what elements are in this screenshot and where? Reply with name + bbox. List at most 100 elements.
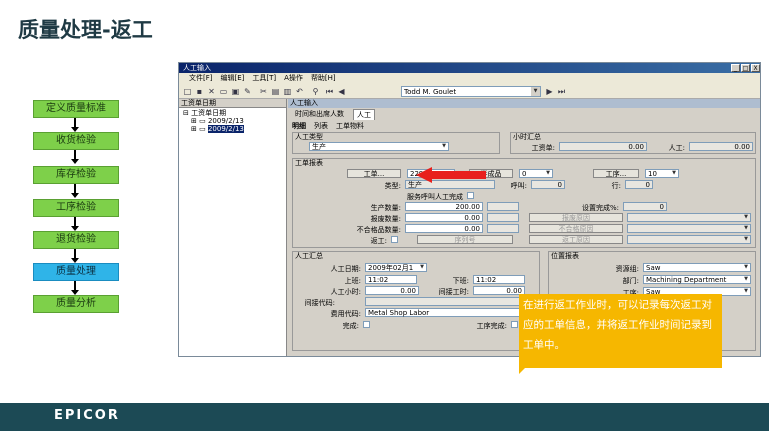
tab-time-attendance[interactable]: 时间和出席人数 — [292, 109, 347, 120]
menu-help[interactable]: 帮助[H] — [311, 73, 336, 84]
clear-icon[interactable]: ▭ — [219, 87, 228, 96]
flow-step-receiving-inspection[interactable]: 收货检验 — [33, 132, 119, 150]
red-arrow-icon — [416, 167, 486, 183]
rework-reason-select[interactable]: ▼ — [627, 235, 751, 244]
flow-step-quality-analysis[interactable]: 质量分析 — [33, 295, 119, 313]
serial-number-button[interactable]: 序列号 — [417, 235, 513, 244]
indirect-code-field[interactable] — [365, 297, 535, 306]
clock-out-field[interactable]: 11:02 — [473, 275, 525, 284]
service-call-complete-checkbox[interactable] — [467, 192, 474, 199]
next-record-icon[interactable]: ▶ — [545, 87, 554, 96]
flow-arrow — [71, 249, 79, 263]
burden-hours-label: 间接工时: — [438, 288, 469, 296]
type-label: 类型: — [384, 182, 401, 190]
flow-arrow — [71, 118, 79, 132]
assembly-select[interactable]: 0 ▼ — [519, 169, 553, 178]
labor-hours-label: 人工: — [668, 144, 685, 152]
burden-hours-field[interactable]: 0.00 — [473, 286, 525, 295]
labor-summary-label: 人工汇总 — [295, 252, 323, 260]
setup-complete-field: 0 — [623, 202, 667, 211]
tree-item-selected[interactable]: ⊞ ▭ 2009/2/13 — [183, 125, 286, 133]
chevron-down-icon: ▼ — [744, 276, 748, 282]
location-group-label: 位置报表 — [551, 252, 579, 260]
footer-bar: EPICOR — [0, 403, 769, 431]
scrap-reason-button[interactable]: 报废原因 — [529, 213, 623, 222]
nonconformance-reason-button[interactable]: 不合格原因 — [529, 224, 623, 233]
close-button[interactable]: X — [751, 64, 760, 72]
resource-group-label: 资源组: — [615, 265, 639, 273]
attach-icon[interactable]: ✎ — [243, 87, 252, 96]
subtab-list[interactable]: 列表 — [314, 121, 328, 131]
payroll-hours-label: 工资单: — [531, 144, 555, 152]
job-button[interactable]: 工单... — [347, 169, 401, 178]
work-order-group: 工单报表 工单... 2292 半成品 0 ▼ 工序... 10 ▼ 类型: 生… — [292, 158, 756, 248]
nonconformance-qty-field[interactable]: 0.00 — [405, 224, 483, 233]
window-titlebar: 人工输入 _ □ X — [179, 63, 760, 73]
maximize-button[interactable]: □ — [741, 64, 750, 72]
last-record-icon[interactable]: ⏭ — [557, 87, 566, 96]
nonconformance-reason-select[interactable]: ▼ — [627, 224, 751, 233]
menu-edit[interactable]: 编辑[E] — [221, 73, 245, 84]
operation-select[interactable]: 10 ▼ — [645, 169, 679, 178]
labor-date-value: 2009年02月1 — [368, 264, 414, 272]
folder-icon: ▭ — [199, 117, 206, 125]
production-qty-field[interactable]: 200.00 — [405, 202, 483, 211]
flow-step-define-standard[interactable]: 定义质量标准 — [33, 100, 119, 118]
subtab-job-material[interactable]: 工单物料 — [336, 121, 364, 131]
labor-date-label: 人工日期: — [330, 265, 361, 273]
scrap-qty-uom — [487, 213, 519, 222]
labor-date-field[interactable]: 2009年02月1 ▼ — [365, 263, 427, 272]
resource-group-select[interactable]: Saw ▼ — [643, 263, 751, 272]
clock-in-field[interactable]: 11:02 — [365, 275, 417, 284]
clock-out-label: 下班: — [452, 277, 469, 285]
line-label: 行: — [611, 182, 621, 190]
menu-actions[interactable]: A操作 — [284, 73, 303, 84]
menu-bar: 文件[F] 编辑[E] 工具[T] A操作 帮助[H] — [179, 73, 760, 84]
tab-labor[interactable]: 人工 — [353, 109, 375, 120]
chevron-down-icon: ▼ — [744, 225, 748, 231]
print-icon[interactable]: ▣ — [231, 87, 240, 96]
labor-summary-group: 人工汇总 人工日期: 2009年02月1 ▼ 上班: 11:02 下班: 11:… — [292, 251, 540, 351]
flow-step-inventory-inspection[interactable]: 库存检验 — [33, 166, 119, 184]
search-icon[interactable]: ⚲ — [311, 87, 320, 96]
rework-reason-button[interactable]: 返工原因 — [529, 235, 623, 244]
tree-item[interactable]: ⊞ ▭ 2009/2/13 — [183, 117, 286, 125]
prev-record-icon[interactable]: ◀ — [337, 87, 346, 96]
department-select[interactable]: Machining Department ▼ — [643, 275, 751, 284]
delete-icon[interactable]: ✕ — [207, 87, 216, 96]
new-icon[interactable]: □ — [183, 87, 192, 96]
labor-hours-entry-field[interactable]: 0.00 — [365, 286, 419, 295]
chevron-down-icon: ▼ — [744, 288, 748, 294]
chevron-down-icon: ▼ — [672, 170, 676, 176]
operation-button[interactable]: 工序... — [593, 169, 639, 178]
hour-summary-label: 小时汇总 — [513, 133, 541, 141]
user-select[interactable]: Todd M. Goulet ▼ — [401, 86, 541, 97]
scrap-reason-select[interactable]: ▼ — [627, 213, 751, 222]
scrap-qty-field[interactable]: 0.00 — [405, 213, 483, 222]
setup-complete-label: 设置完成%: — [581, 204, 619, 212]
operation-complete-checkbox[interactable] — [511, 321, 518, 328]
undo-icon[interactable]: ↶ — [295, 87, 304, 96]
labor-hours-field: 0.00 — [689, 142, 753, 151]
production-qty-label: 生产数量: — [370, 204, 401, 212]
production-qty-uom — [487, 202, 519, 211]
first-record-icon[interactable]: ⏮ — [325, 87, 334, 96]
save-icon[interactable]: ▪ — [195, 87, 204, 96]
subtab-detail[interactable]: 明细 — [292, 121, 306, 131]
tree-root[interactable]: ⊟ 工资单日期 — [183, 109, 286, 117]
minimize-button[interactable]: _ — [731, 64, 740, 72]
flow-step-return-inspection[interactable]: 退货检验 — [33, 231, 119, 249]
copy-icon[interactable]: ▤ — [271, 87, 280, 96]
flow-step-operation-inspection[interactable]: 工序检验 — [33, 199, 119, 217]
paste-icon[interactable]: ▥ — [283, 87, 292, 96]
complete-checkbox[interactable] — [363, 321, 370, 328]
flow-step-quality-disposition[interactable]: 质量处理 — [33, 263, 119, 281]
menu-tools[interactable]: 工具[T] — [252, 73, 276, 84]
cut-icon[interactable]: ✂ — [259, 87, 268, 96]
department-label: 部门: — [622, 277, 639, 285]
labor-type-select[interactable]: 生产 ▼ — [309, 142, 449, 151]
menu-file[interactable]: 文件[F] — [189, 73, 213, 84]
rework-checkbox[interactable] — [391, 236, 398, 243]
expense-code-field[interactable]: Metal Shop Labor — [365, 308, 535, 317]
labor-type-label: 人工类型 — [295, 133, 323, 141]
